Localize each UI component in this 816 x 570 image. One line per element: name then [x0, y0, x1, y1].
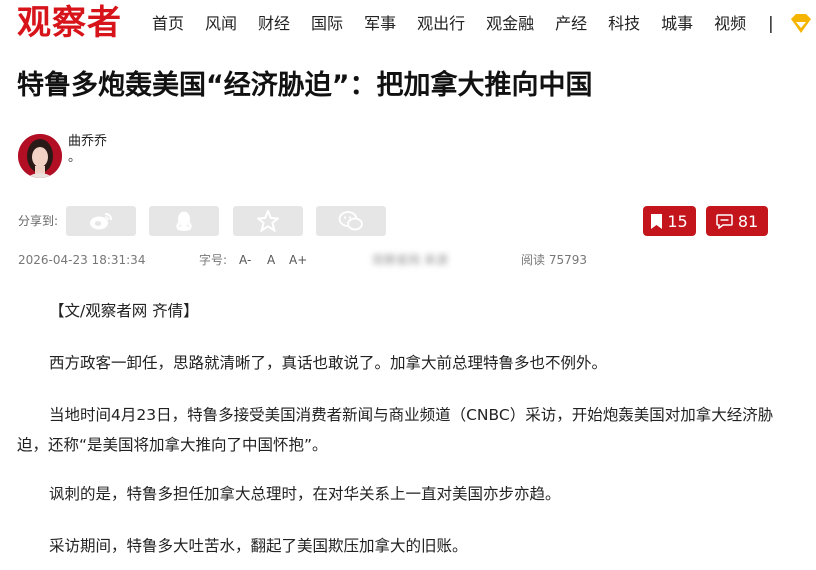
nav-item-home[interactable]: 首页	[152, 14, 184, 34]
wechat-icon	[338, 211, 363, 231]
blurred-source: 观察者网 来源	[372, 253, 448, 267]
nav-item-finance[interactable]: 财经	[258, 14, 290, 34]
nav-separator: |	[768, 14, 774, 34]
nav-item-city[interactable]: 城事	[661, 14, 693, 34]
share-label: 分享到:	[18, 214, 59, 228]
qq-icon	[176, 211, 192, 231]
nav-item-fintech[interactable]: 观金融	[486, 14, 534, 34]
bookmark-button[interactable]: 15	[643, 206, 696, 236]
comment-button[interactable]: 81	[706, 206, 768, 236]
nav-item-military[interactable]: 军事	[364, 14, 396, 34]
article-paragraph-2: 西方政客一卸任，思路就清晰了，真话也敢说了。加拿大前总理特鲁多也不例外。	[49, 354, 608, 372]
weibo-icon	[90, 213, 112, 230]
article-title: 特鲁多炮轰美国“经济胁迫”：把加拿大推向中国	[17, 70, 593, 101]
comment-count: 81	[737, 211, 759, 231]
site-logo[interactable]: 观察者	[17, 3, 122, 43]
nav-item-fengwen[interactable]: 风闻	[205, 14, 237, 34]
qzone-star-icon	[257, 210, 279, 232]
font-smaller-button[interactable]: A-	[239, 252, 251, 268]
nav-item-video[interactable]: 视频	[714, 14, 746, 34]
share-qzone-button[interactable]	[233, 206, 303, 236]
share-weibo-button[interactable]	[66, 206, 136, 236]
bookmark-count: 15	[667, 211, 688, 231]
article-paragraph-1: 【文/观察者网 齐倩】	[49, 302, 199, 320]
nav-item-industry[interactable]: 产经	[555, 14, 587, 34]
article-paragraph-5: 采访期间，特鲁多大吐苦水，翻起了美国欺压加拿大的旧账。	[49, 537, 468, 555]
article-paragraph-3: 当地时间4月23日，特鲁多接受美国消费者新闻与商业频道（CNBC）采访，开始炮轰…	[17, 406, 774, 454]
bookmark-icon	[651, 213, 663, 229]
font-size-label: 字号:	[199, 253, 228, 267]
author-description: 。	[68, 150, 82, 165]
nav-item-travel[interactable]: 观出行	[417, 14, 465, 34]
font-normal-button[interactable]: A	[267, 252, 275, 268]
font-larger-button[interactable]: A+	[289, 252, 307, 268]
nav-item-tech[interactable]: 科技	[608, 14, 640, 34]
author-avatar[interactable]	[18, 134, 62, 178]
nav-item-international[interactable]: 国际	[311, 14, 343, 34]
article-paragraph-4: 讽刺的是，特鲁多担任加拿大总理时，在对华关系上一直对美国亦步亦趋。	[49, 485, 561, 503]
author-name[interactable]: 曲乔乔	[68, 134, 107, 150]
main-nav: 首页 风闻 财经 国际 军事 观出行 观金融 产经 科技 城事 视频	[152, 14, 767, 34]
vip-diamond-icon[interactable]	[789, 13, 813, 35]
share-wechat-button[interactable]	[316, 206, 386, 236]
publish-date: 2026-04-23 18:31:34	[18, 253, 146, 267]
share-qq-button[interactable]	[149, 206, 219, 236]
comment-icon	[716, 213, 733, 229]
read-count: 阅读 75793	[521, 253, 587, 267]
